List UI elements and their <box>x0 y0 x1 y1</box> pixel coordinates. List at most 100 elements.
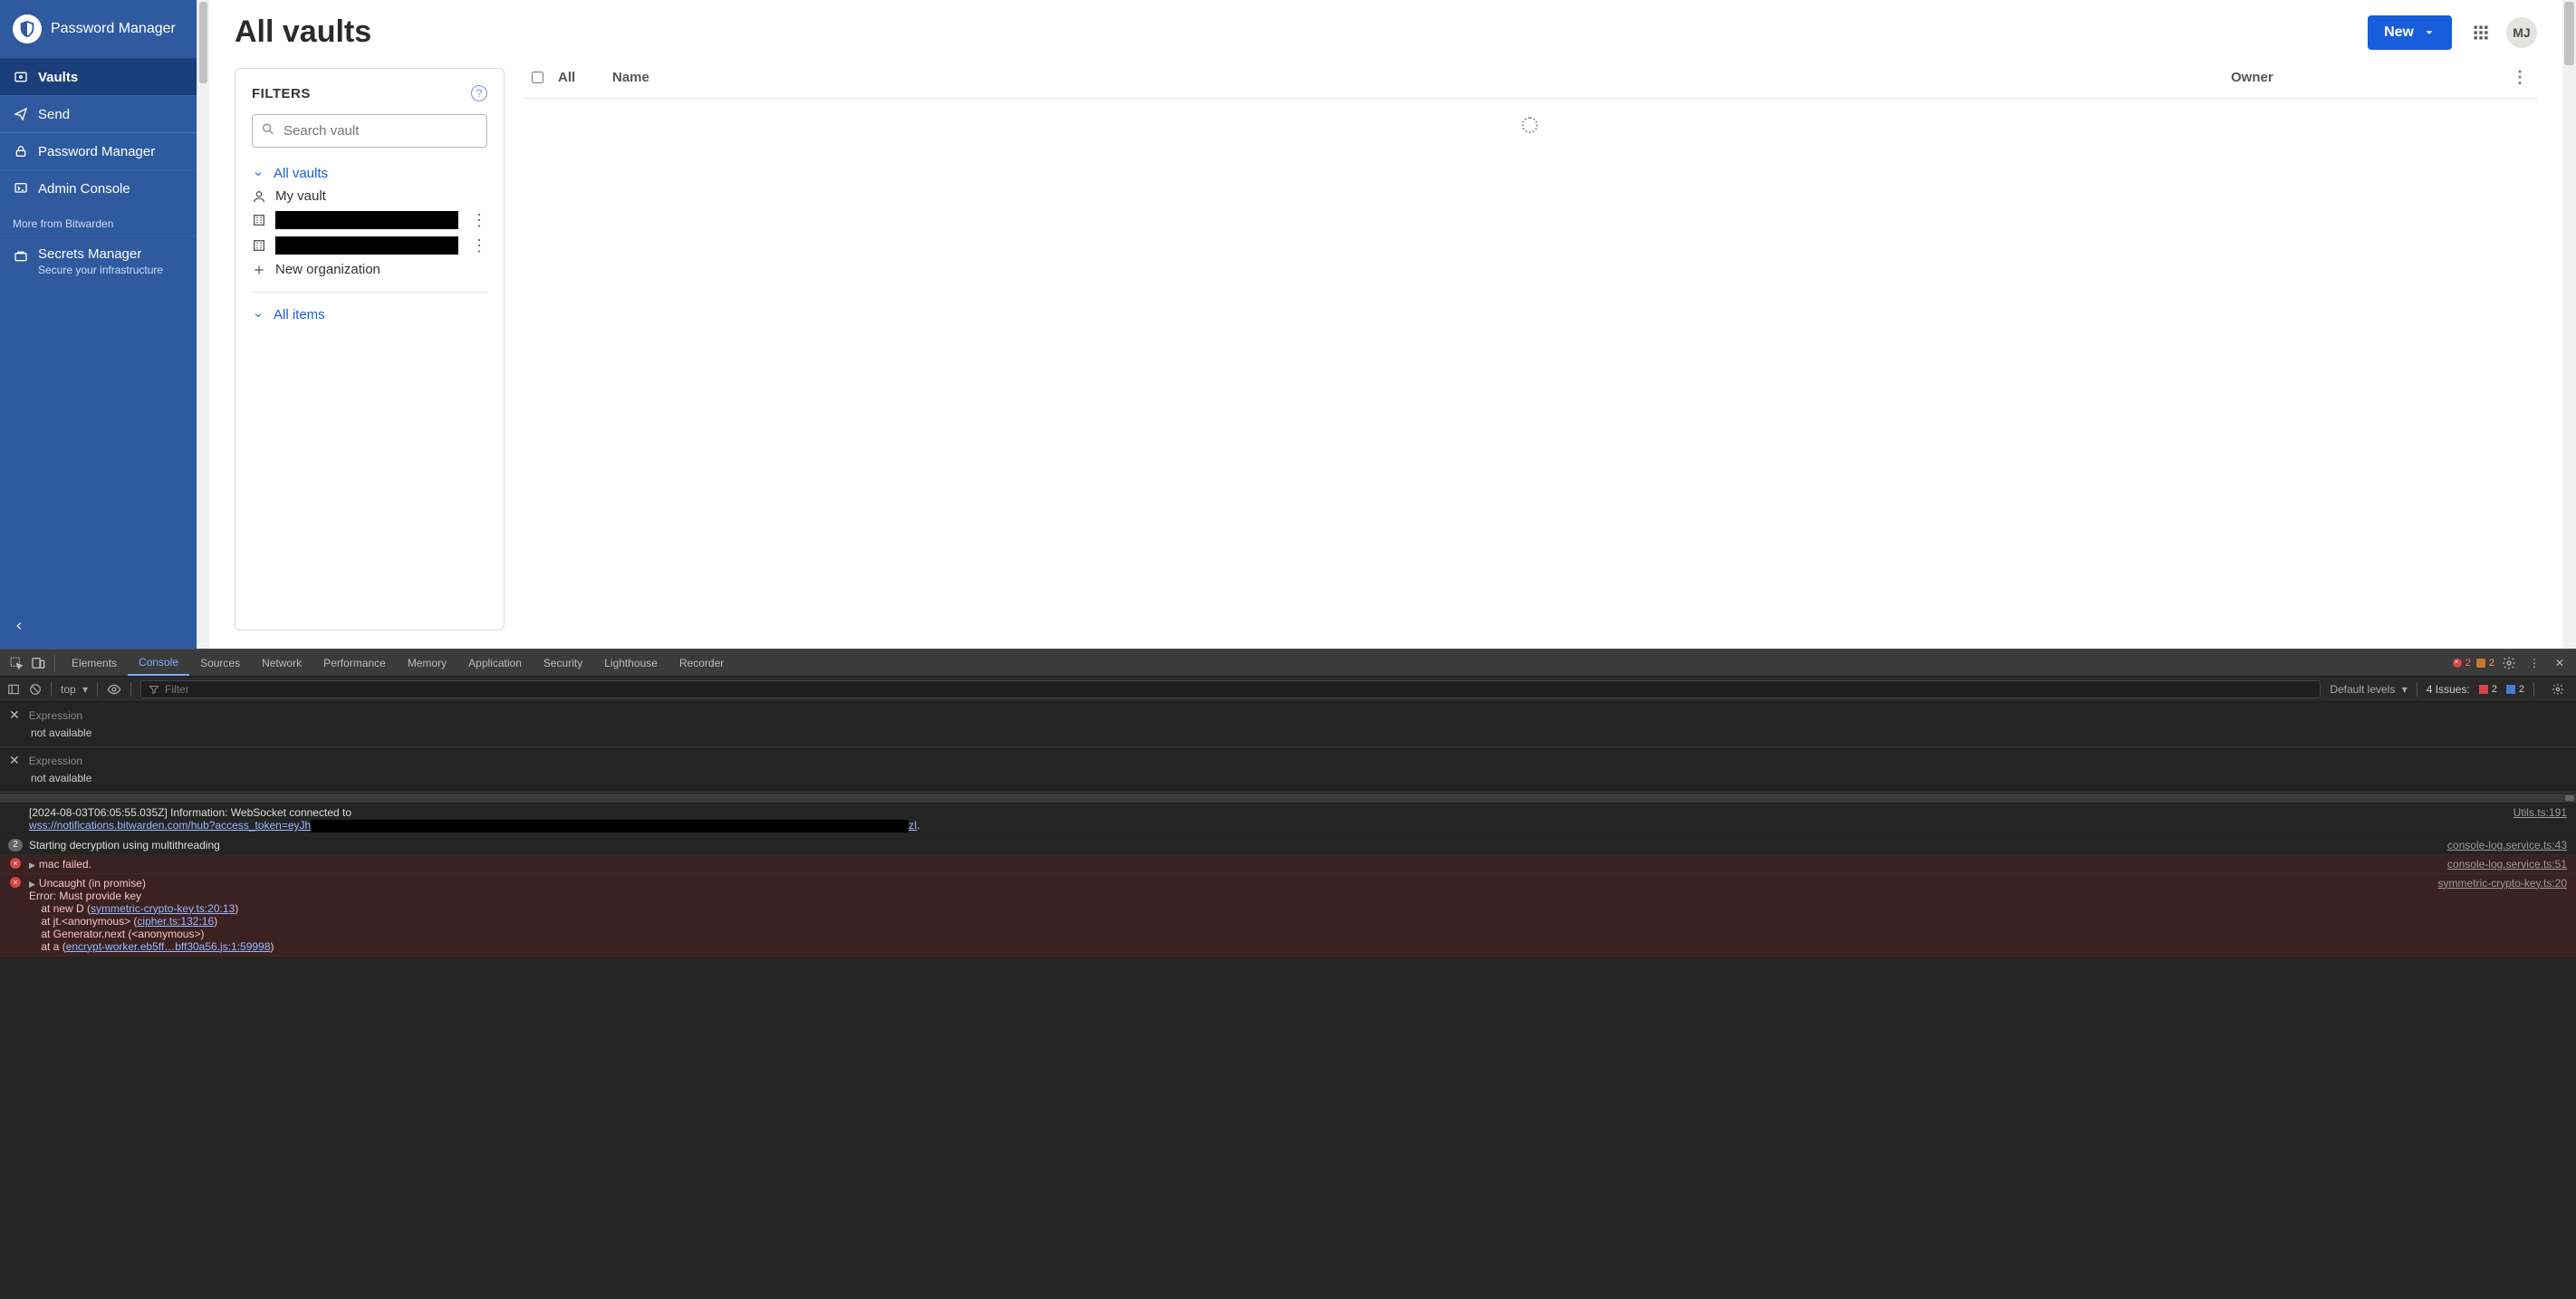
tab-performance[interactable]: Performance <box>312 650 397 676</box>
warning-count-badge[interactable]: 2 <box>2476 658 2494 669</box>
filter-new-org[interactable]: New organization <box>252 258 487 281</box>
watch-hscroll[interactable] <box>0 793 2576 803</box>
sidebar-label-pm: Password Manager <box>38 144 155 159</box>
close-icon[interactable]: ✕ <box>2549 652 2571 674</box>
org-icon <box>252 213 266 227</box>
ws-url-tail-link[interactable]: zI <box>908 819 917 832</box>
tab-sources[interactable]: Sources <box>189 650 251 676</box>
apps-grid-icon[interactable] <box>2468 20 2494 45</box>
stack-link[interactable]: symmetric-crypto-key.ts:20:13 <box>91 902 235 915</box>
log-source-link[interactable]: symmetric-crypto-key.ts:20 <box>2438 877 2567 890</box>
help-icon[interactable]: ? <box>471 85 487 101</box>
sidebar-item-admin-console[interactable]: Admin Console <box>0 169 197 207</box>
table-header: All Name Owner ⋮ <box>523 68 2537 99</box>
console-body: ✕Expression not available ✕Expression no… <box>0 702 2576 1299</box>
console-filter-input[interactable] <box>165 683 2312 696</box>
expand-icon[interactable]: ▶ <box>29 880 35 889</box>
remove-watch-icon[interactable]: ✕ <box>9 707 20 723</box>
org-1-menu-icon[interactable]: ⋮ <box>471 216 487 224</box>
devtools-tabbar: Elements Console Sources Network Perform… <box>0 650 2576 677</box>
context-selector[interactable]: top ▾ <box>61 683 88 696</box>
filter-org-1[interactable]: ⋮ <box>252 207 487 233</box>
toolbar-divider <box>2533 682 2534 697</box>
table-menu-icon[interactable]: ⋮ <box>2503 68 2528 87</box>
log-source-link[interactable]: console-log.service.ts:43 <box>2447 839 2567 852</box>
lock-icon <box>13 143 29 159</box>
filter-my-vault[interactable]: My vault <box>252 185 487 207</box>
device-icon[interactable] <box>27 652 49 674</box>
avatar[interactable]: MJ <box>2506 17 2537 48</box>
issues-blue-badge[interactable]: 2 <box>2506 684 2524 695</box>
tab-recorder[interactable]: Recorder <box>668 650 735 676</box>
error-icon: × <box>9 858 22 869</box>
stack-link[interactable]: encrypt-worker.eb5ff…bff30a56.js:1:59998 <box>66 940 271 953</box>
devtools-panel: Elements Console Sources Network Perform… <box>0 650 2576 1299</box>
stack-link[interactable]: cipher.ts:132:16 <box>137 915 214 928</box>
sidebar-label-send: Send <box>38 107 70 122</box>
remove-watch-icon[interactable]: ✕ <box>9 753 20 768</box>
sidebar-item-send[interactable]: Send <box>0 95 197 132</box>
select-all-checkbox[interactable] <box>532 72 543 83</box>
log-message: ▶mac failed. <box>29 858 2440 871</box>
search-wrap <box>252 114 487 148</box>
send-icon <box>13 106 29 122</box>
sidebar-item-secrets-manager[interactable]: Secrets Manager Secure your infrastructu… <box>0 236 197 286</box>
tab-divider <box>54 655 55 671</box>
page-scrollbar[interactable] <box>2562 0 2576 649</box>
filter-org-2[interactable]: ⋮ <box>252 233 487 258</box>
console-settings-icon[interactable] <box>2547 678 2569 700</box>
tab-elements[interactable]: Elements <box>61 650 128 676</box>
error-count-badge[interactable]: 2 <box>2453 658 2471 669</box>
ws-url-link[interactable]: wss://notifications.bitwarden.com/hub?ac… <box>29 819 311 832</box>
filter-all-vaults[interactable]: All vaults <box>252 162 487 185</box>
watch-expression-2: ✕Expression not available <box>0 747 2576 793</box>
filter-new-org-label: New organization <box>275 262 380 277</box>
log-count-badge: 2 <box>9 839 22 852</box>
log-mac-failed: × ▶mac failed. console-log.service.ts:51 <box>0 855 2576 874</box>
toolbar-divider <box>130 682 131 697</box>
log-uncaught: × ▶Uncaught (in promise) Error: Must pro… <box>0 874 2576 957</box>
search-icon <box>261 121 275 140</box>
issues-red-badge[interactable]: 2 <box>2479 684 2497 695</box>
tab-security[interactable]: Security <box>533 650 593 676</box>
kebab-menu-icon[interactable]: ⋮ <box>2523 652 2545 674</box>
new-button-label: New <box>2384 24 2414 41</box>
sidebar-item-password-manager[interactable]: Password Manager <box>0 132 197 169</box>
org-icon <box>252 238 266 253</box>
gear-icon[interactable] <box>2498 652 2520 674</box>
clear-console-icon[interactable] <box>29 683 42 696</box>
log-decrypt: 2 Starting decryption using multithreadi… <box>0 836 2576 855</box>
log-source-link[interactable]: Utils.ts:191 <box>2514 806 2567 819</box>
tab-console[interactable]: Console <box>128 650 189 676</box>
expand-icon[interactable]: ▶ <box>29 861 35 870</box>
org-1-redacted <box>275 211 458 229</box>
brand-title: Password Manager <box>51 21 176 37</box>
org-2-menu-icon[interactable]: ⋮ <box>471 242 487 249</box>
sidebar-toggle-icon[interactable] <box>7 683 20 696</box>
new-button[interactable]: New <box>2368 15 2452 50</box>
loading-spinner-icon <box>1522 117 1538 133</box>
filter-all-items[interactable]: All items <box>252 303 487 326</box>
secrets-title: Secrets Manager <box>38 246 163 262</box>
sidebar-label-vaults: Vaults <box>38 70 78 85</box>
tab-memory[interactable]: Memory <box>397 650 457 676</box>
sidebar-label-admin: Admin Console <box>38 181 130 197</box>
console-toolbar: top ▾ Default levels ▾ 4 Issues: 2 2 <box>0 677 2576 702</box>
filters-heading: FILTERS <box>252 86 311 101</box>
log-message: ▶Uncaught (in promise) Error: Must provi… <box>29 877 2431 953</box>
inspect-icon[interactable] <box>5 652 27 674</box>
log-levels-selector[interactable]: Default levels ▾ <box>2330 683 2407 696</box>
sidebar-scrollbar[interactable] <box>197 0 209 649</box>
tab-application[interactable]: Application <box>457 650 533 676</box>
search-input[interactable] <box>252 114 487 148</box>
tab-lighthouse[interactable]: Lighthouse <box>593 650 668 676</box>
tab-network[interactable]: Network <box>251 650 312 676</box>
log-source-link[interactable]: console-log.service.ts:51 <box>2447 858 2567 871</box>
chevron-down-icon <box>252 310 264 321</box>
sidebar-item-vaults[interactable]: Vaults <box>0 58 197 95</box>
org-2-redacted <box>275 236 458 255</box>
error-icon: × <box>9 877 22 888</box>
app-window: Password Manager Vaults Send Password Ma… <box>0 0 2576 650</box>
live-expression-icon[interactable] <box>107 682 121 697</box>
sidebar-collapse-icon[interactable] <box>13 620 25 636</box>
